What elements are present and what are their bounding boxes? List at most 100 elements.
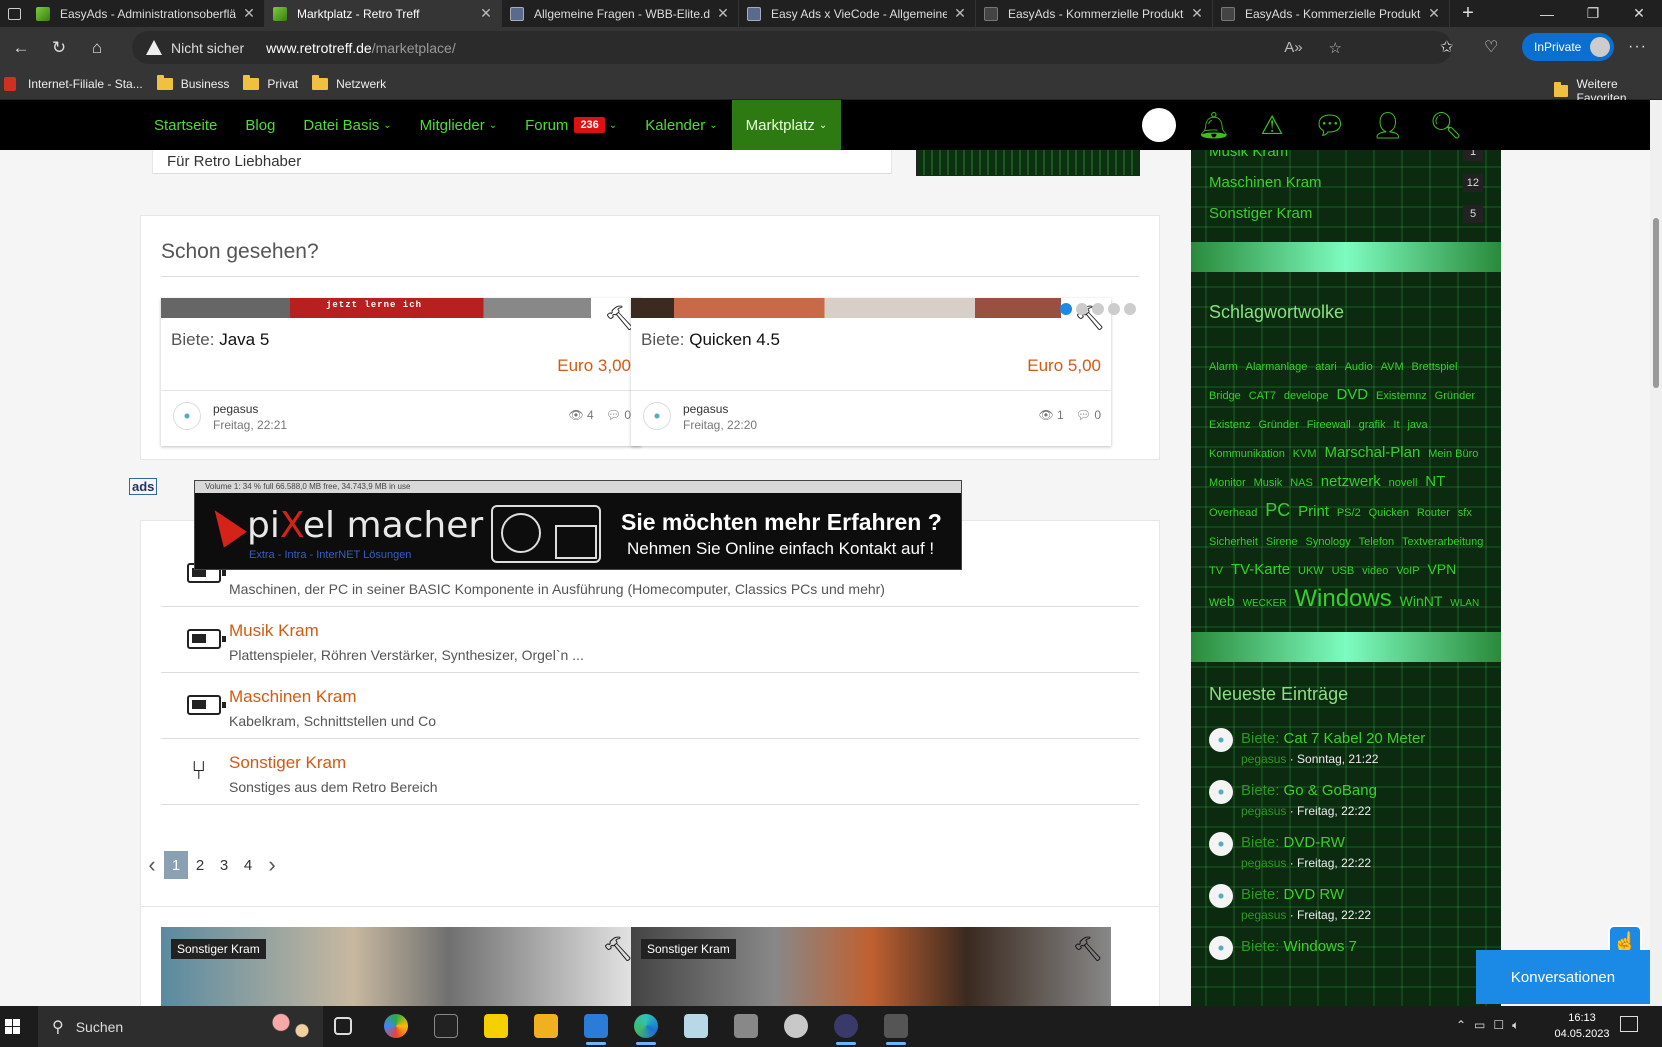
lock-icon[interactable] (834, 1014, 858, 1045)
tag-link[interactable]: NAS (1290, 477, 1313, 489)
file-explorer-icon[interactable] (534, 1014, 558, 1038)
system-tray-icons[interactable]: ⌃▭☐🔈︎ (1456, 1018, 1527, 1033)
tag-link[interactable]: PS/2 (1337, 507, 1361, 519)
avatar[interactable] (173, 402, 201, 430)
browser-essentials-icon[interactable]: ♡ (1484, 37, 1498, 57)
tag-link[interactable]: video (1362, 565, 1388, 577)
bookmark-internet-filiale[interactable]: Internet-Filiale - Sta... (4, 76, 143, 91)
terminal-icon[interactable] (434, 1014, 458, 1038)
tag-link[interactable]: VPN (1427, 561, 1456, 577)
tag-link[interactable]: It (1393, 419, 1399, 431)
add-favorite-icon[interactable]: ☆ (1329, 39, 1342, 57)
tag-link[interactable]: novell (1389, 477, 1418, 489)
bookmark-netzwerk[interactable]: Netzwerk (312, 74, 386, 91)
page-scrollbar[interactable] (1650, 100, 1662, 1006)
latest-entry[interactable]: Biete: Windows 7 (1209, 936, 1489, 986)
market-item-card[interactable]: jetzt lerne ich 🔨︎ Biete: Java 5 Euro 3,00 p… (161, 298, 641, 446)
tag-link[interactable]: Bridge (1209, 390, 1241, 402)
app-icon[interactable] (734, 1014, 758, 1038)
tag-link[interactable]: Windows (1294, 585, 1391, 612)
tag-link[interactable]: atari (1315, 361, 1336, 373)
page-4-link[interactable]: 4 (236, 851, 260, 879)
latest-user[interactable]: pegasus (1241, 804, 1286, 818)
prev-page-icon[interactable]: ‹ (140, 852, 164, 878)
tag-link[interactable]: Fireewall (1307, 419, 1351, 431)
tag-link[interactable]: Musik (1254, 477, 1283, 489)
tag-link[interactable]: develope (1284, 390, 1329, 402)
category-name[interactable]: Sonstiger Kram (229, 753, 346, 773)
address-bar[interactable]: Nicht sicher www.retrotreff.de/marketpla… (132, 31, 1452, 64)
tag-link[interactable]: Gründer (1258, 419, 1298, 431)
latest-entry[interactable]: Biete: Go & GoBang pegasus · Freitag, 22:… (1209, 780, 1489, 830)
tag-link[interactable]: Marschal-Plan (1324, 444, 1420, 461)
browser-tab[interactable]: Allgemeine Fragen - WBB-Elite.d ✕ (502, 0, 739, 27)
page-2-link[interactable]: 2 (188, 851, 212, 879)
listing-card[interactable]: Sonstiger Kram 🔨︎ (631, 927, 1111, 1006)
refresh-icon[interactable]: ↻ (42, 31, 76, 65)
warning-icon[interactable]: ⚠︎ (1256, 109, 1288, 141)
tab-actions-icon[interactable] (0, 0, 28, 27)
chrome-icon[interactable] (384, 1014, 408, 1038)
tag-link[interactable]: WinNT (1400, 593, 1443, 609)
tag-link[interactable]: VoIP (1396, 565, 1419, 577)
start-icon[interactable] (0, 1006, 24, 1047)
latest-entry[interactable]: Biete: DVD RW pegasus · Freitag, 22:22 (1209, 884, 1489, 934)
category-row[interactable]: ⑂ Sonstiger Kram Sonstiges aus dem Retro B… (161, 739, 1139, 805)
latest-title[interactable]: Biete: Windows 7 (1241, 938, 1357, 955)
tag-link[interactable]: AVM (1381, 361, 1404, 373)
bookmark-privat[interactable]: Privat (243, 74, 298, 91)
browser-tab[interactable]: EasyAds - Administrationsoberflä ✕ (28, 0, 265, 27)
market-item-card[interactable]: 🔨︎ Biete: Quicken 4.5 Euro 5,00 pegasus Frei… (631, 298, 1111, 446)
category-name[interactable]: Musik Kram (229, 621, 319, 641)
page-3-link[interactable]: 3 (212, 851, 236, 879)
notifications-icon[interactable] (1620, 1016, 1638, 1032)
close-tab-icon[interactable]: ✕ (1190, 5, 1204, 22)
tag-link[interactable]: java (1407, 419, 1427, 431)
tag-link[interactable]: Sirene (1266, 536, 1298, 548)
tag-link[interactable]: PC (1265, 500, 1290, 520)
nav-datei-basis[interactable]: Datei Basis ⌄ (289, 100, 405, 150)
tag-link[interactable]: sfx (1458, 507, 1472, 519)
latest-title[interactable]: Biete: Go & GoBang (1241, 782, 1377, 799)
search-icon[interactable]: 🔍︎ (1430, 109, 1463, 141)
tag-link[interactable]: UKW (1298, 565, 1324, 577)
tag-link[interactable]: Synology (1306, 536, 1351, 548)
scrollbar-thumb[interactable] (1653, 218, 1659, 388)
maximize-icon[interactable]: ❐ (1570, 0, 1616, 27)
sidebar-category[interactable]: Musik Kram 1 (1209, 150, 1483, 167)
task-view-icon[interactable] (334, 1017, 352, 1035)
carousel-dot[interactable] (1060, 303, 1072, 315)
close-tab-icon[interactable]: ✕ (479, 5, 493, 22)
category-name[interactable]: Maschinen Kram (229, 687, 357, 707)
tag-link[interactable]: Telefon (1359, 536, 1394, 548)
browser-tab[interactable]: EasyAds - Kommerzielle Produkte ✕ (976, 0, 1213, 27)
tag-link[interactable]: TV (1209, 565, 1223, 577)
user-avatar[interactable] (1142, 108, 1176, 142)
app-icon[interactable] (884, 1014, 908, 1045)
next-page-icon[interactable]: › (260, 852, 284, 878)
item-title[interactable]: Biete: Java 5 (171, 330, 269, 350)
category-row[interactable]: Musik Kram Plattenspieler, Röhren Verstär… (161, 607, 1139, 673)
conversations-icon[interactable]: 💬︎ (1314, 109, 1347, 141)
nav-marktplatz[interactable]: Marktplatz ⌄ (731, 100, 842, 150)
back-icon[interactable]: ← (4, 31, 38, 65)
tag-link[interactable]: web (1209, 593, 1235, 609)
tag-link[interactable]: Existenz (1209, 419, 1251, 431)
inprivate-badge[interactable]: InPrivate (1522, 33, 1614, 61)
latest-user[interactable]: pegasus (1241, 908, 1286, 922)
carousel-dot[interactable] (1124, 303, 1136, 315)
nav-kalender[interactable]: Kalender ⌄ (631, 100, 731, 150)
tag-link[interactable]: Overhead (1209, 507, 1257, 519)
latest-title[interactable]: Biete: DVD-RW (1241, 834, 1345, 851)
taskbar-search[interactable]: ⚲ Suchen (38, 1006, 323, 1047)
tag-link[interactable]: Monitor (1209, 477, 1246, 489)
category-row[interactable]: Maschinen Kram Kabelkram, Schnittstellen … (161, 673, 1139, 739)
carousel-dot[interactable] (1076, 303, 1088, 315)
latest-title[interactable]: Biete: DVD RW (1241, 886, 1344, 903)
tag-link[interactable]: Quicken (1369, 507, 1409, 519)
item-user[interactable]: pegasus (683, 402, 728, 416)
close-tab-icon[interactable]: ✕ (242, 5, 256, 22)
tag-link[interactable]: NT (1425, 473, 1445, 490)
read-aloud-icon[interactable]: A» (1284, 39, 1302, 56)
tag-link[interactable]: CAT7 (1249, 390, 1276, 402)
